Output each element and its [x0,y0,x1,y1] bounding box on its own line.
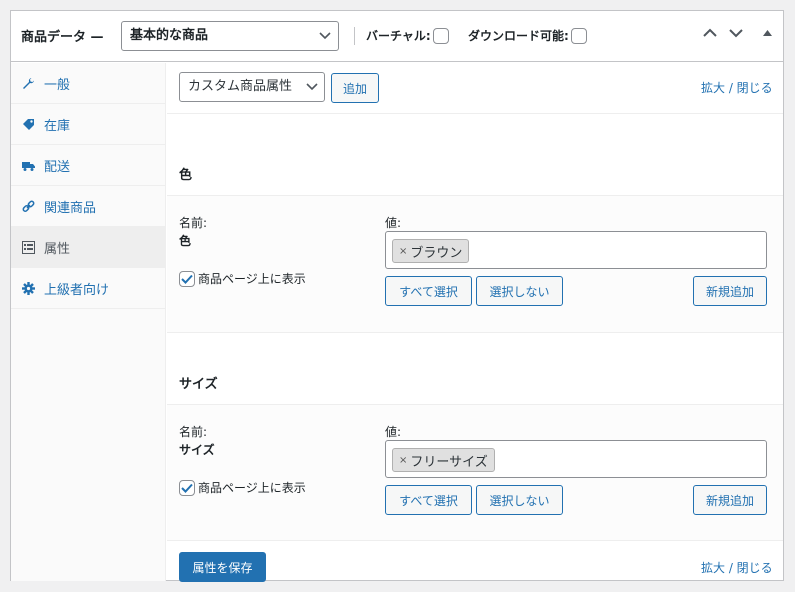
visible-label: 商品ページ上に表示 [198,481,306,495]
panel-title: 商品データ — [21,30,104,45]
header-divider [354,27,355,45]
attribute-body-color: 名前: 色 商品ページ上に表示 値: × ブラウン すべて選択 選択しない 新規… [167,196,783,333]
add-attribute-button[interactable]: 追加 [331,73,379,103]
expand-collapse-link[interactable]: 拡大 / 閉じる [701,559,773,576]
remove-tag-icon[interactable]: × [399,246,407,257]
attributes-footer: 属性を保存 拡大 / 閉じる [167,541,783,582]
values-select-box[interactable]: × フリーサイズ [385,440,767,478]
link-icon [22,200,35,213]
move-down-icon[interactable] [729,28,743,38]
remove-tag-icon[interactable]: × [399,455,407,466]
name-label: 名前: [179,425,208,439]
attribute-title: 色 [179,168,193,183]
visible-checkbox[interactable] [179,270,195,287]
tab-label: 在庫 [44,118,71,134]
downloadable-label: ダウンロード可能: [468,29,569,43]
add-new-value-button[interactable]: 新規追加 [693,276,767,306]
select-all-button[interactable]: すべて選択 [385,485,472,515]
product-data-panel: 商品データ — 基本的な商品 バーチャル: ダウンロード可能: 一般 在庫 配送 [10,10,784,582]
move-up-icon[interactable] [703,28,717,38]
downloadable-checkbox[interactable] [570,27,587,44]
tab-shipping[interactable]: 配送 [11,145,165,186]
tag-icon [22,118,35,131]
panel-header: 商品データ — 基本的な商品 バーチャル: ダウンロード可能: [11,11,783,62]
value-tag-label: ブラウン [410,245,463,261]
tab-general[interactable]: 一般 [11,63,165,104]
save-attributes-button[interactable]: 属性を保存 [179,552,266,582]
collapse-toggle-icon[interactable] [763,30,772,36]
visible-on-product-option[interactable]: 商品ページ上に表示 [179,270,306,287]
tab-label: 一般 [44,77,71,93]
tab-linked-products[interactable]: 関連商品 [11,186,165,227]
virtual-option[interactable]: バーチャル: [366,27,449,44]
value-tag: × フリーサイズ [392,448,495,472]
tab-advanced[interactable]: 上級者向け [11,268,165,309]
wrench-icon [22,77,35,90]
values-label: 値: [385,216,402,230]
truck-icon [22,159,35,172]
attribute-select-value: カスタム商品属性 [188,79,293,94]
name-label: 名前: [179,216,208,230]
downloadable-option[interactable]: ダウンロード可能: [468,27,587,44]
product-type-value: 基本的な商品 [130,28,209,43]
list-view-icon [22,240,35,254]
select-all-button[interactable]: すべて選択 [385,276,472,306]
select-none-button[interactable]: 選択しない [476,276,563,306]
product-data-tabs: 一般 在庫 配送 関連商品 属性 上級者向け [11,63,166,581]
attribute-taxonomy-select[interactable]: カスタム商品属性 [179,72,325,102]
chevron-down-icon [319,32,331,40]
tab-label: 配送 [44,159,71,175]
attribute-header-color[interactable]: 色 [167,114,783,196]
value-tag-label: フリーサイズ [410,454,488,470]
visible-label: 商品ページ上に表示 [198,272,306,286]
attribute-header-size[interactable]: サイズ [167,333,783,405]
attribute-title: サイズ [179,377,218,392]
chevron-down-icon [306,83,318,91]
virtual-label: バーチャル: [366,29,431,43]
product-type-select[interactable]: 基本的な商品 [121,21,339,51]
expand-collapse-link[interactable]: 拡大 / 閉じる [701,79,773,96]
attributes-toolbar: カスタム商品属性 追加 拡大 / 閉じる [167,63,783,114]
add-new-value-button[interactable]: 新規追加 [693,485,767,515]
attribute-body-size: 名前: サイズ 商品ページ上に表示 値: × フリーサイズ すべて選択 選択しな… [167,405,783,541]
visible-on-product-option[interactable]: 商品ページ上に表示 [179,479,306,496]
attribute-name: 色 [179,234,192,248]
select-none-button[interactable]: 選択しない [476,485,563,515]
virtual-checkbox[interactable] [432,27,449,44]
gear-icon [22,281,35,295]
attribute-name: サイズ [179,443,215,457]
visible-checkbox[interactable] [179,479,195,496]
tab-label: 属性 [44,241,71,257]
values-select-box[interactable]: × ブラウン [385,231,767,269]
tab-label: 関連商品 [44,200,97,216]
tab-attributes[interactable]: 属性 [11,227,165,268]
tab-inventory[interactable]: 在庫 [11,104,165,145]
attributes-panel: カスタム商品属性 追加 拡大 / 閉じる 色 名前: 色 商品ページ上に表示 値… [167,63,783,582]
values-label: 値: [385,425,402,439]
tab-label: 上級者向け [44,282,110,298]
value-tag: × ブラウン [392,239,470,263]
